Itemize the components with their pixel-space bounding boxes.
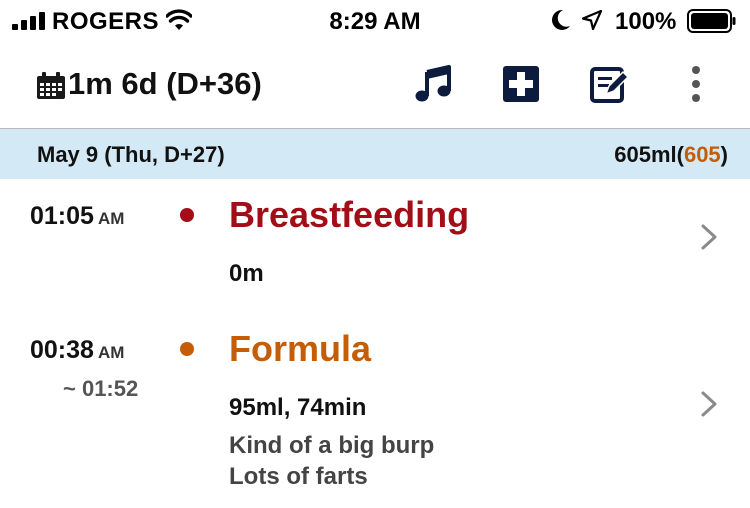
feeding-entry-breastfeeding[interactable]: 01:05 AM Breastfeeding 0m (0, 180, 750, 306)
battery-percent: 100% (615, 8, 677, 35)
status-bar: ROGERS 8:29 AM 100% (0, 0, 750, 44)
entry-end-time: ~ 01:52 (63, 376, 139, 401)
day-total-highlight: 605 (683, 142, 721, 167)
add-plus-icon[interactable] (501, 64, 541, 104)
more-vertical-icon[interactable] (676, 64, 716, 104)
edit-note-icon[interactable] (589, 64, 629, 104)
music-note-icon[interactable] (413, 64, 453, 104)
entry-note-line: Kind of a big burp (229, 432, 435, 459)
chevron-right-icon[interactable] (700, 223, 718, 251)
day-total: 605ml(605) (614, 142, 728, 168)
battery-full-icon (687, 9, 736, 33)
entry-title: Formula (229, 328, 372, 369)
entry-color-dot (180, 208, 194, 222)
location-arrow-icon (582, 10, 602, 30)
entry-color-dot (180, 342, 194, 356)
day-total-suffix: ) (720, 142, 728, 167)
calendar-icon (37, 72, 65, 99)
entry-time: 01:05 AM (30, 202, 124, 231)
entry-note-line: Lots of farts (229, 463, 368, 490)
do-not-disturb-moon-icon (552, 9, 570, 30)
day-label: May 9 (Thu, D+27) (37, 142, 225, 167)
page-title: 1m 6d (D+36) (68, 66, 262, 101)
chevron-right-icon[interactable] (700, 390, 718, 418)
entry-time: 00:38 AM (30, 336, 124, 365)
day-header: May 9 (Thu, D+27) 605ml(605) (0, 129, 750, 179)
entry-time-value: 00:38 (30, 336, 94, 364)
entry-ampm: AM (97, 209, 125, 228)
day-total-prefix: 605ml( (614, 142, 684, 167)
entry-detail: 95ml, 74min (229, 394, 367, 421)
entry-time-value: 01:05 (30, 202, 94, 230)
entry-ampm: AM (97, 343, 125, 362)
feeding-entry-formula[interactable]: 00:38 AM ~ 01:52 Formula 95ml, 74min Kind… (0, 316, 750, 508)
entry-detail: 0m (229, 260, 264, 287)
nav-bar: 1m 6d (D+36) (0, 44, 750, 129)
entry-title: Breastfeeding (229, 194, 470, 235)
